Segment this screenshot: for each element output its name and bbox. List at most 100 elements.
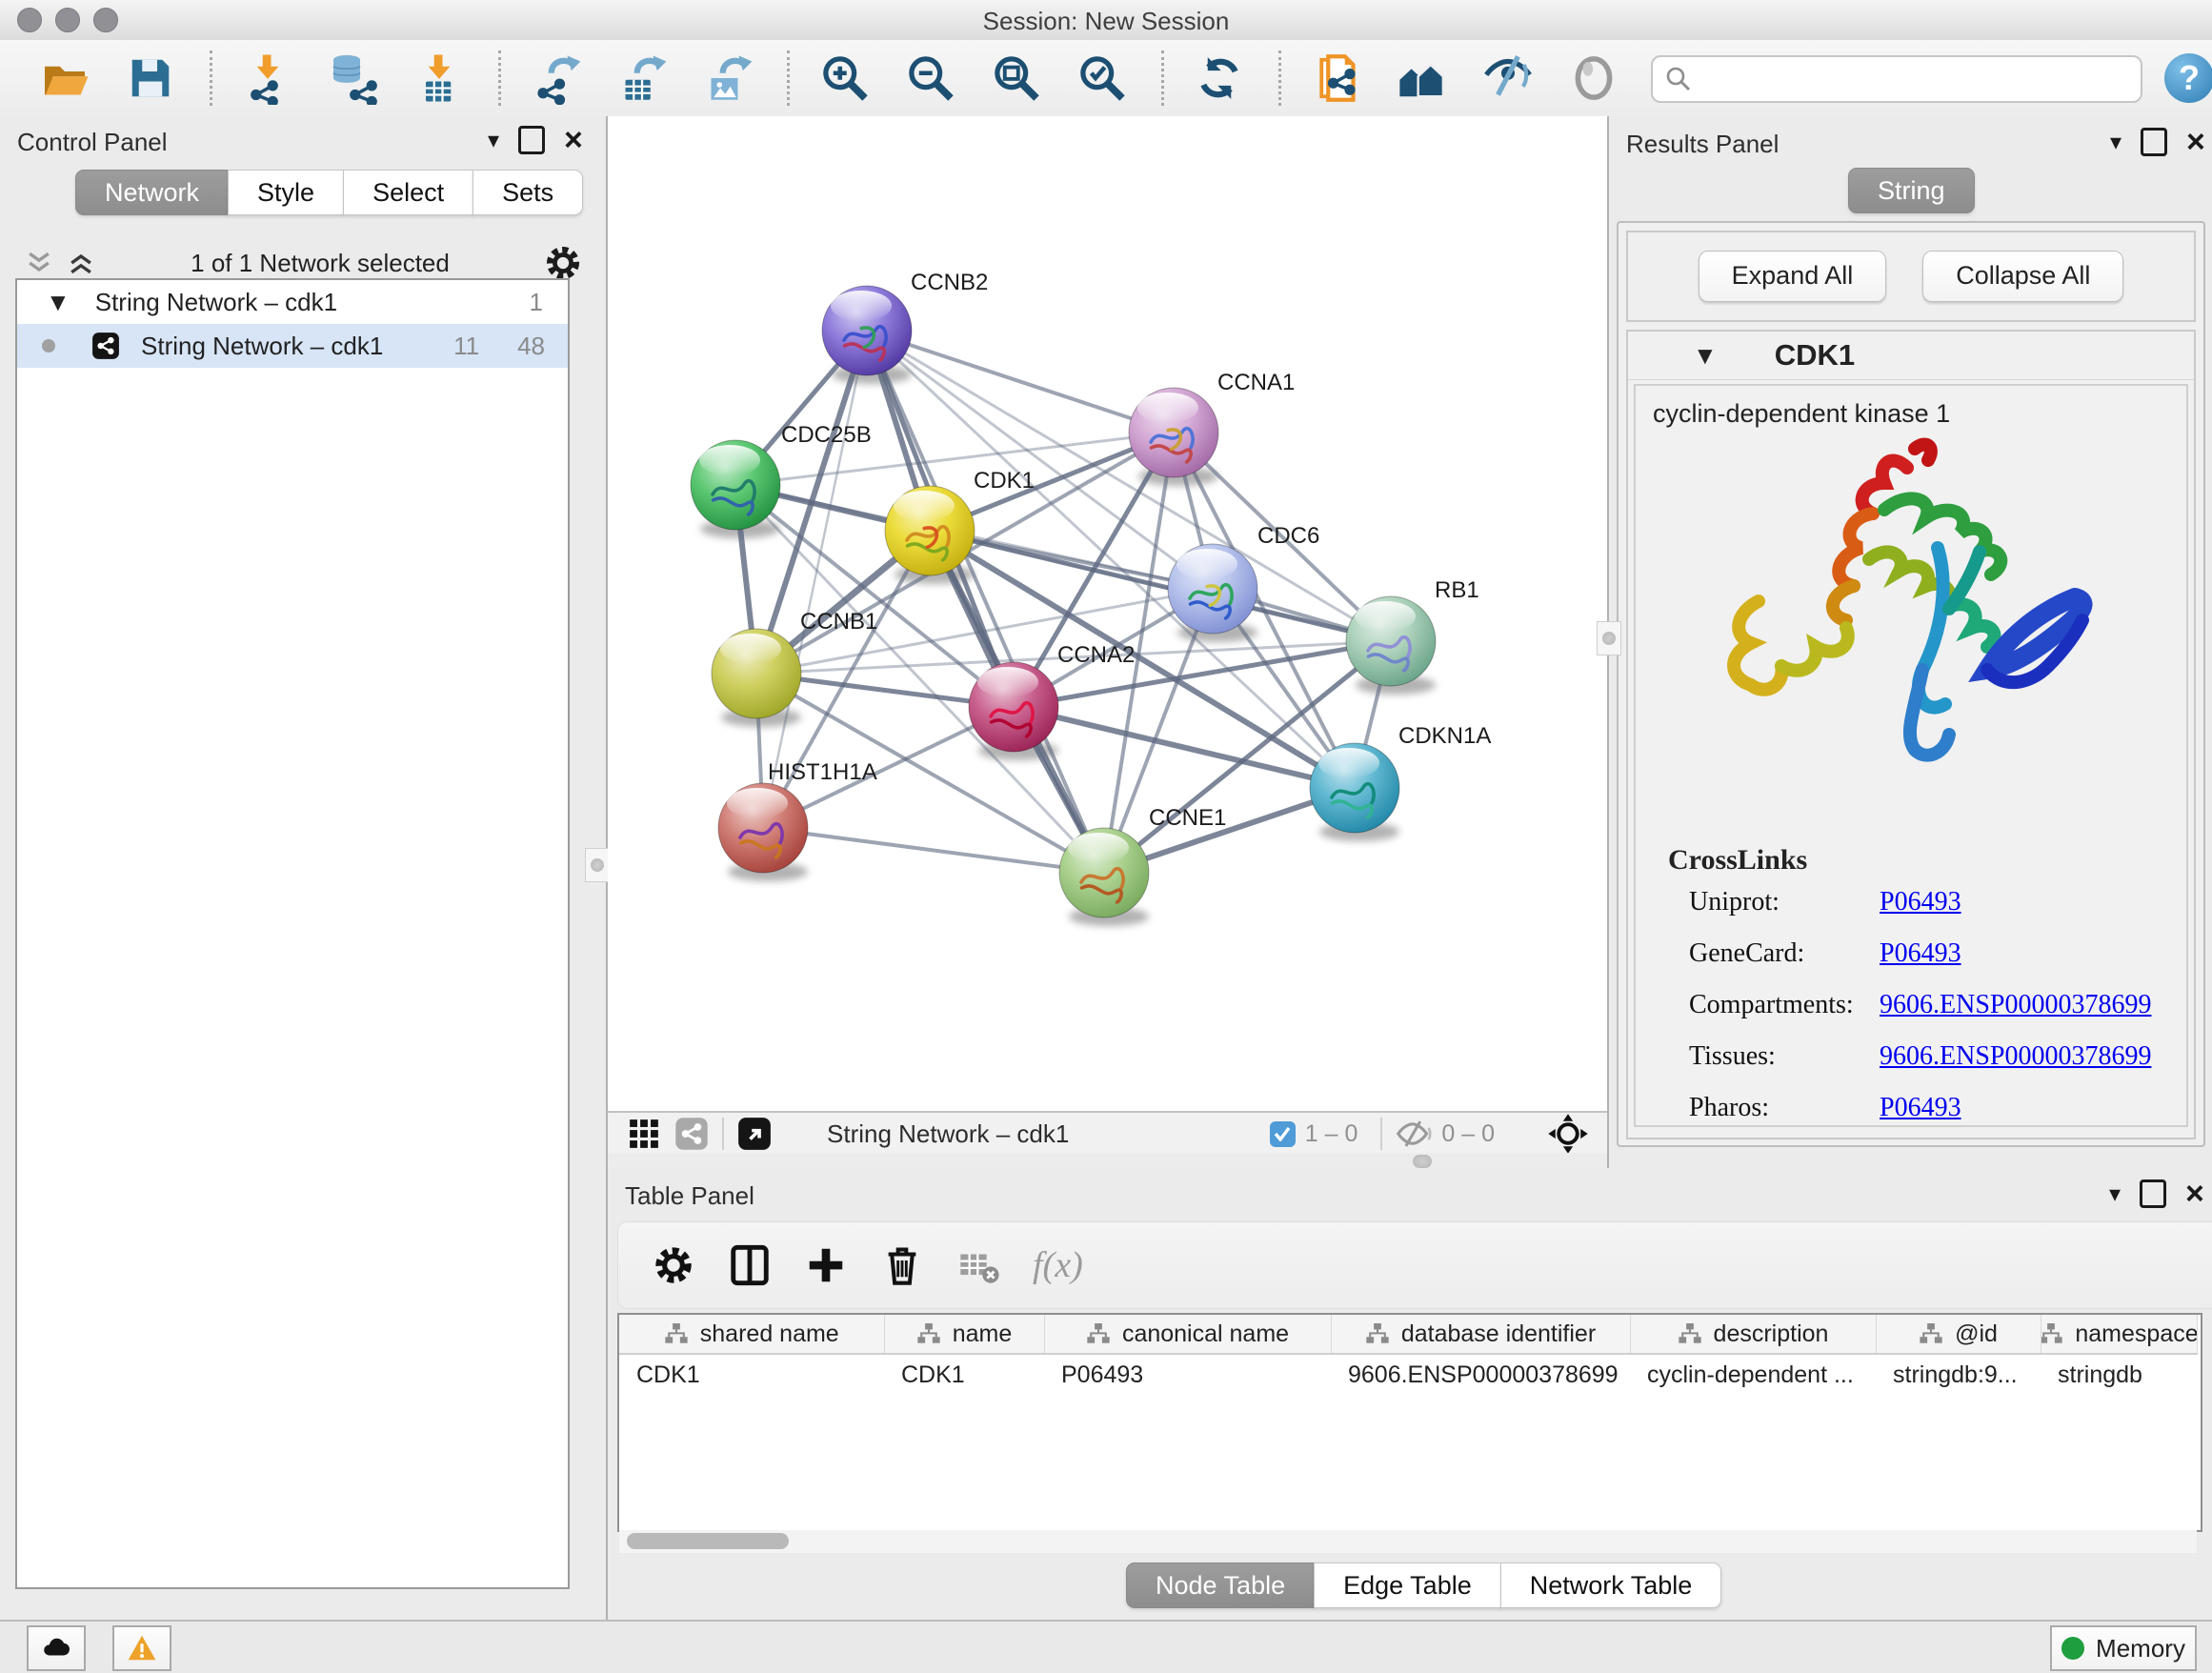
network-node-CCNB1[interactable] [712, 629, 801, 718]
network-node-CDKN1A[interactable] [1310, 743, 1399, 833]
collapse-all-icon[interactable] [23, 250, 55, 276]
collapse-all-button[interactable]: Collapse All [1922, 251, 2123, 302]
crosslink-link[interactable]: P06493 [1880, 938, 1961, 969]
titlebar: Session: New Session [0, 0, 2212, 42]
warning-button[interactable] [112, 1625, 171, 1671]
table-cell: stringdb [2041, 1354, 2197, 1395]
crosslink-row: Tissues:9606.ENSP00000378699 [1636, 1031, 2186, 1082]
selected-nodes-checkbox[interactable] [1270, 1121, 1296, 1147]
network-collection-row[interactable]: ▼ String Network – cdk1 1 [17, 280, 568, 324]
network-node-CDC25B[interactable] [691, 440, 780, 530]
grid-view-icon[interactable] [627, 1117, 661, 1151]
column-header-namespace[interactable]: namespace [2041, 1315, 2197, 1354]
add-column-icon[interactable] [794, 1234, 857, 1297]
zoom-out-icon[interactable] [900, 48, 961, 109]
cloud-button[interactable] [27, 1625, 86, 1671]
search-input[interactable] [1693, 65, 2106, 94]
memory-label: Memory [2096, 1634, 2185, 1663]
hide-panels-icon[interactable] [1478, 48, 1538, 109]
panel-menu-icon[interactable]: ▾ [2110, 129, 2122, 156]
results-panel: Results Panel ▾ × String Expand All Coll… [1609, 116, 2212, 1168]
network-canvas[interactable]: CCNB2CCNA1CDC25BCDK1CDC6RB1CCNB1CCNA2CDK… [608, 116, 1607, 1111]
crosslink-link[interactable]: 9606.ENSP00000378699 [1880, 1041, 2151, 1072]
left-splitter-handle[interactable] [585, 848, 610, 882]
table-row[interactable]: CDK1CDK1P064939606.ENSP00000378699cyclin… [619, 1354, 2197, 1395]
delete-table-icon [947, 1234, 1010, 1297]
crosslink-link[interactable]: P06493 [1880, 1093, 1961, 1123]
table-hscrollbar[interactable] [619, 1530, 2197, 1553]
zoom-fit-icon[interactable] [986, 48, 1047, 109]
crosslink-link[interactable]: 9606.ENSP00000378699 [1880, 990, 2151, 1020]
first-neighbors-icon[interactable] [1189, 48, 1250, 109]
tab-string[interactable]: String [1848, 168, 1975, 213]
panel-float-icon[interactable] [518, 126, 545, 154]
column-header-name[interactable]: name [884, 1315, 1044, 1354]
right-splitter-handle[interactable] [1597, 621, 1621, 655]
panel-float-icon[interactable] [2141, 128, 2167, 156]
panel-close-icon[interactable]: × [564, 129, 583, 151]
expand-all-button[interactable]: Expand All [1699, 251, 1887, 302]
horizontal-splitter-handle[interactable] [1413, 1155, 1432, 1168]
column-header-canonical-name[interactable]: canonical name [1044, 1315, 1331, 1354]
network-node-CCNA2[interactable] [969, 662, 1058, 752]
network-row[interactable]: String Network – cdk1 11 48 [17, 324, 568, 368]
panel-menu-icon[interactable]: ▾ [2109, 1180, 2121, 1208]
column-header-description[interactable]: description [1630, 1315, 1876, 1354]
panel-menu-icon[interactable]: ▾ [488, 127, 499, 154]
import-table-icon[interactable] [409, 48, 470, 109]
save-session-icon[interactable] [120, 48, 181, 109]
table-tabs: Node TableEdge TableNetwork Table [1127, 1562, 1721, 1608]
network-node-RB1[interactable] [1346, 596, 1436, 686]
share-session-icon[interactable] [1306, 48, 1367, 109]
tab-node-table[interactable]: Node Table [1126, 1562, 1315, 1608]
panel-float-icon[interactable] [2140, 1179, 2166, 1208]
tab-network[interactable]: Network [75, 170, 229, 215]
network-node-CDC6[interactable] [1168, 544, 1257, 634]
column-header-shared-name[interactable]: shared name [619, 1315, 884, 1354]
tab-edge-table[interactable]: Edge Table [1314, 1562, 1501, 1608]
memory-button[interactable]: Memory [2050, 1625, 2197, 1671]
network-view-share-icon[interactable] [674, 1117, 709, 1151]
expand-all-icon[interactable] [65, 250, 97, 276]
birds-eye-view-icon[interactable] [737, 1117, 772, 1151]
preview-icon[interactable] [1563, 48, 1624, 109]
zoom-selected-icon[interactable] [1072, 48, 1133, 109]
export-table-icon[interactable] [612, 48, 673, 109]
export-network-icon[interactable] [526, 48, 587, 109]
show-columns-icon[interactable] [718, 1234, 781, 1297]
export-image-icon[interactable] [697, 48, 758, 109]
crosslink-link[interactable]: P06493 [1880, 887, 1961, 917]
search-box[interactable] [1651, 55, 2142, 103]
section-collapse-icon[interactable]: ▼ [1693, 341, 1718, 371]
network-node-CDK1[interactable] [885, 486, 975, 575]
fit-selected-icon[interactable] [1546, 1112, 1590, 1156]
gear-icon[interactable] [543, 243, 583, 283]
network-node-CCNB2[interactable] [822, 286, 912, 375]
hidden-eye-icon [1396, 1120, 1432, 1147]
panel-close-icon[interactable]: × [2186, 131, 2205, 153]
network-selection-status: 1 of 1 Network selected [97, 249, 543, 278]
import-network-icon[interactable] [237, 48, 298, 109]
help-icon[interactable]: ? [2164, 53, 2212, 103]
table-hscrollbar-thumb[interactable] [627, 1533, 789, 1549]
import-database-icon[interactable] [323, 48, 384, 109]
column-header-id[interactable]: @id [1876, 1315, 2041, 1354]
tree-expand-icon[interactable]: ▼ [46, 288, 70, 317]
show-panels-icon[interactable] [1392, 48, 1453, 109]
tab-style[interactable]: Style [228, 170, 344, 215]
tab-network-table[interactable]: Network Table [1500, 1562, 1722, 1608]
network-node-CCNE1[interactable] [1059, 828, 1149, 917]
table-settings-gear-icon[interactable] [642, 1234, 705, 1297]
tab-sets[interactable]: Sets [473, 170, 583, 215]
delete-column-trash-icon[interactable] [871, 1234, 934, 1297]
network-node-HIST1H1A[interactable] [718, 783, 808, 873]
zoom-in-icon[interactable] [814, 48, 875, 109]
column-header-database-identifier[interactable]: database identifier [1331, 1315, 1630, 1354]
warning-icon [126, 1632, 158, 1664]
network-edge [867, 331, 1174, 433]
panel-close-icon[interactable]: × [2185, 1182, 2204, 1205]
open-file-icon[interactable] [34, 48, 95, 109]
node-label-CDC6: CDC6 [1257, 523, 1319, 549]
network-node-CCNA1[interactable] [1129, 388, 1218, 477]
tab-select[interactable]: Select [343, 170, 473, 215]
